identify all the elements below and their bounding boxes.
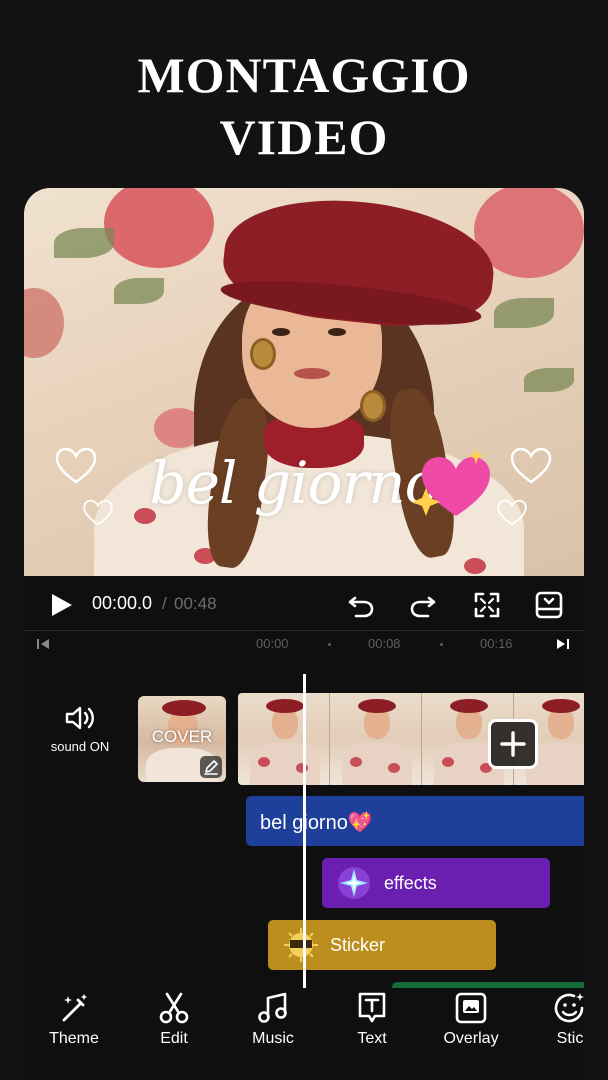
current-time: 00:00.0 — [92, 593, 153, 613]
skip-to-end-icon[interactable] — [556, 638, 570, 650]
tool-label: Overlay — [443, 1030, 499, 1047]
tool-label: Theme — [49, 1030, 99, 1047]
scissors-icon — [159, 992, 189, 1024]
wallpaper-flower — [104, 188, 214, 268]
timeline-ruler[interactable]: 00:00 00:08 00:16 — [24, 630, 584, 656]
pencil-icon — [204, 760, 218, 775]
portrait-earring — [250, 338, 276, 370]
headline-line-2: VIDEO — [219, 109, 389, 165]
ruler-tick: 00:00 — [256, 636, 289, 651]
tool-text[interactable]: Text — [332, 990, 412, 1048]
sweater-pattern — [464, 558, 486, 574]
text-track[interactable]: bel giorno💖 — [246, 796, 584, 846]
total-time: 00:48 — [174, 594, 217, 613]
video-preview[interactable]: bel giorno — [24, 188, 584, 576]
clip-thumbnail — [238, 693, 330, 785]
play-icon[interactable] — [48, 592, 74, 618]
tool-label: Stic — [556, 1030, 584, 1047]
bottom-toolbar: Theme Edit Music Text Overlay Stic — [24, 988, 584, 1080]
undo-icon[interactable] — [346, 590, 376, 620]
sticker-track-label: Sticker — [330, 935, 386, 955]
cover-edit-button[interactable] — [200, 756, 222, 778]
ruler-dot — [328, 643, 331, 646]
effects-sparkle-icon — [338, 867, 370, 899]
text-icon — [358, 992, 386, 1023]
wallpaper-flower — [24, 288, 64, 358]
clip-thumbnail — [330, 693, 422, 785]
headline-line-1: MONTAGGIO — [137, 47, 471, 103]
cover-label: COVER — [151, 727, 213, 746]
tool-label: Text — [357, 1030, 387, 1047]
heart-outline-icon — [83, 499, 113, 526]
skip-to-start-icon[interactable] — [36, 638, 50, 650]
time-separator: / — [162, 594, 167, 613]
redo-icon[interactable] — [408, 590, 438, 620]
wallpaper-leaf — [494, 298, 554, 328]
playhead[interactable] — [303, 674, 306, 992]
preview-overlay-text[interactable]: bel giorno — [134, 448, 454, 518]
ruler-tick: 00:16 — [480, 636, 513, 651]
headline: MONTAGGIO VIDEO — [0, 44, 608, 168]
text-track-label: bel giorno💖 — [260, 812, 373, 834]
wallpaper-leaf — [54, 228, 114, 258]
sticker-badge-icon — [284, 928, 318, 962]
ruler-dot — [440, 643, 443, 646]
portrait-earring — [360, 390, 386, 422]
plus-icon — [500, 731, 526, 757]
heart-outline-icon — [55, 447, 97, 484]
tool-edit[interactable]: Edit — [134, 990, 214, 1048]
portrait-eye — [272, 328, 290, 336]
editor-screen: bel giorno 00:00.0 / 00:48 00:00 00:08 0… — [24, 188, 584, 1080]
fullscreen-icon[interactable] — [472, 590, 502, 620]
heart-outline-icon — [497, 499, 527, 526]
effects-track[interactable]: effects — [322, 858, 550, 908]
wallpaper-leaf — [114, 278, 164, 304]
sound-toggle[interactable]: sound ON — [38, 703, 122, 763]
tool-music[interactable]: Music — [233, 990, 313, 1048]
overlay-icon — [455, 992, 487, 1024]
sound-label: sound ON — [50, 739, 110, 754]
heart-outline-icon — [510, 447, 552, 484]
cover-hat — [162, 700, 206, 716]
tool-theme[interactable]: Theme — [34, 990, 114, 1048]
portrait-lips — [294, 368, 330, 379]
wallpaper-leaf — [524, 368, 574, 392]
keyframe-icon[interactable] — [534, 590, 564, 620]
sticker-icon — [554, 993, 584, 1023]
effects-track-label: effects — [384, 873, 437, 893]
add-clip-button[interactable] — [488, 719, 538, 769]
ruler-tick: 00:08 — [368, 636, 401, 651]
magic-wand-icon — [62, 994, 87, 1022]
playback-bar: 00:00.0 / 00:48 — [24, 576, 584, 632]
tool-sticker[interactable]: Stic — [530, 990, 584, 1048]
portrait-eye — [328, 328, 346, 336]
tool-overlay[interactable]: Overlay — [431, 990, 511, 1048]
cover-thumbnail[interactable]: COVER — [138, 696, 226, 782]
music-note-icon — [258, 992, 287, 1023]
speaker-icon — [65, 706, 94, 730]
tool-label: Edit — [160, 1030, 188, 1047]
sparkling-heart-icon — [412, 448, 490, 516]
tool-label: Music — [252, 1030, 294, 1047]
